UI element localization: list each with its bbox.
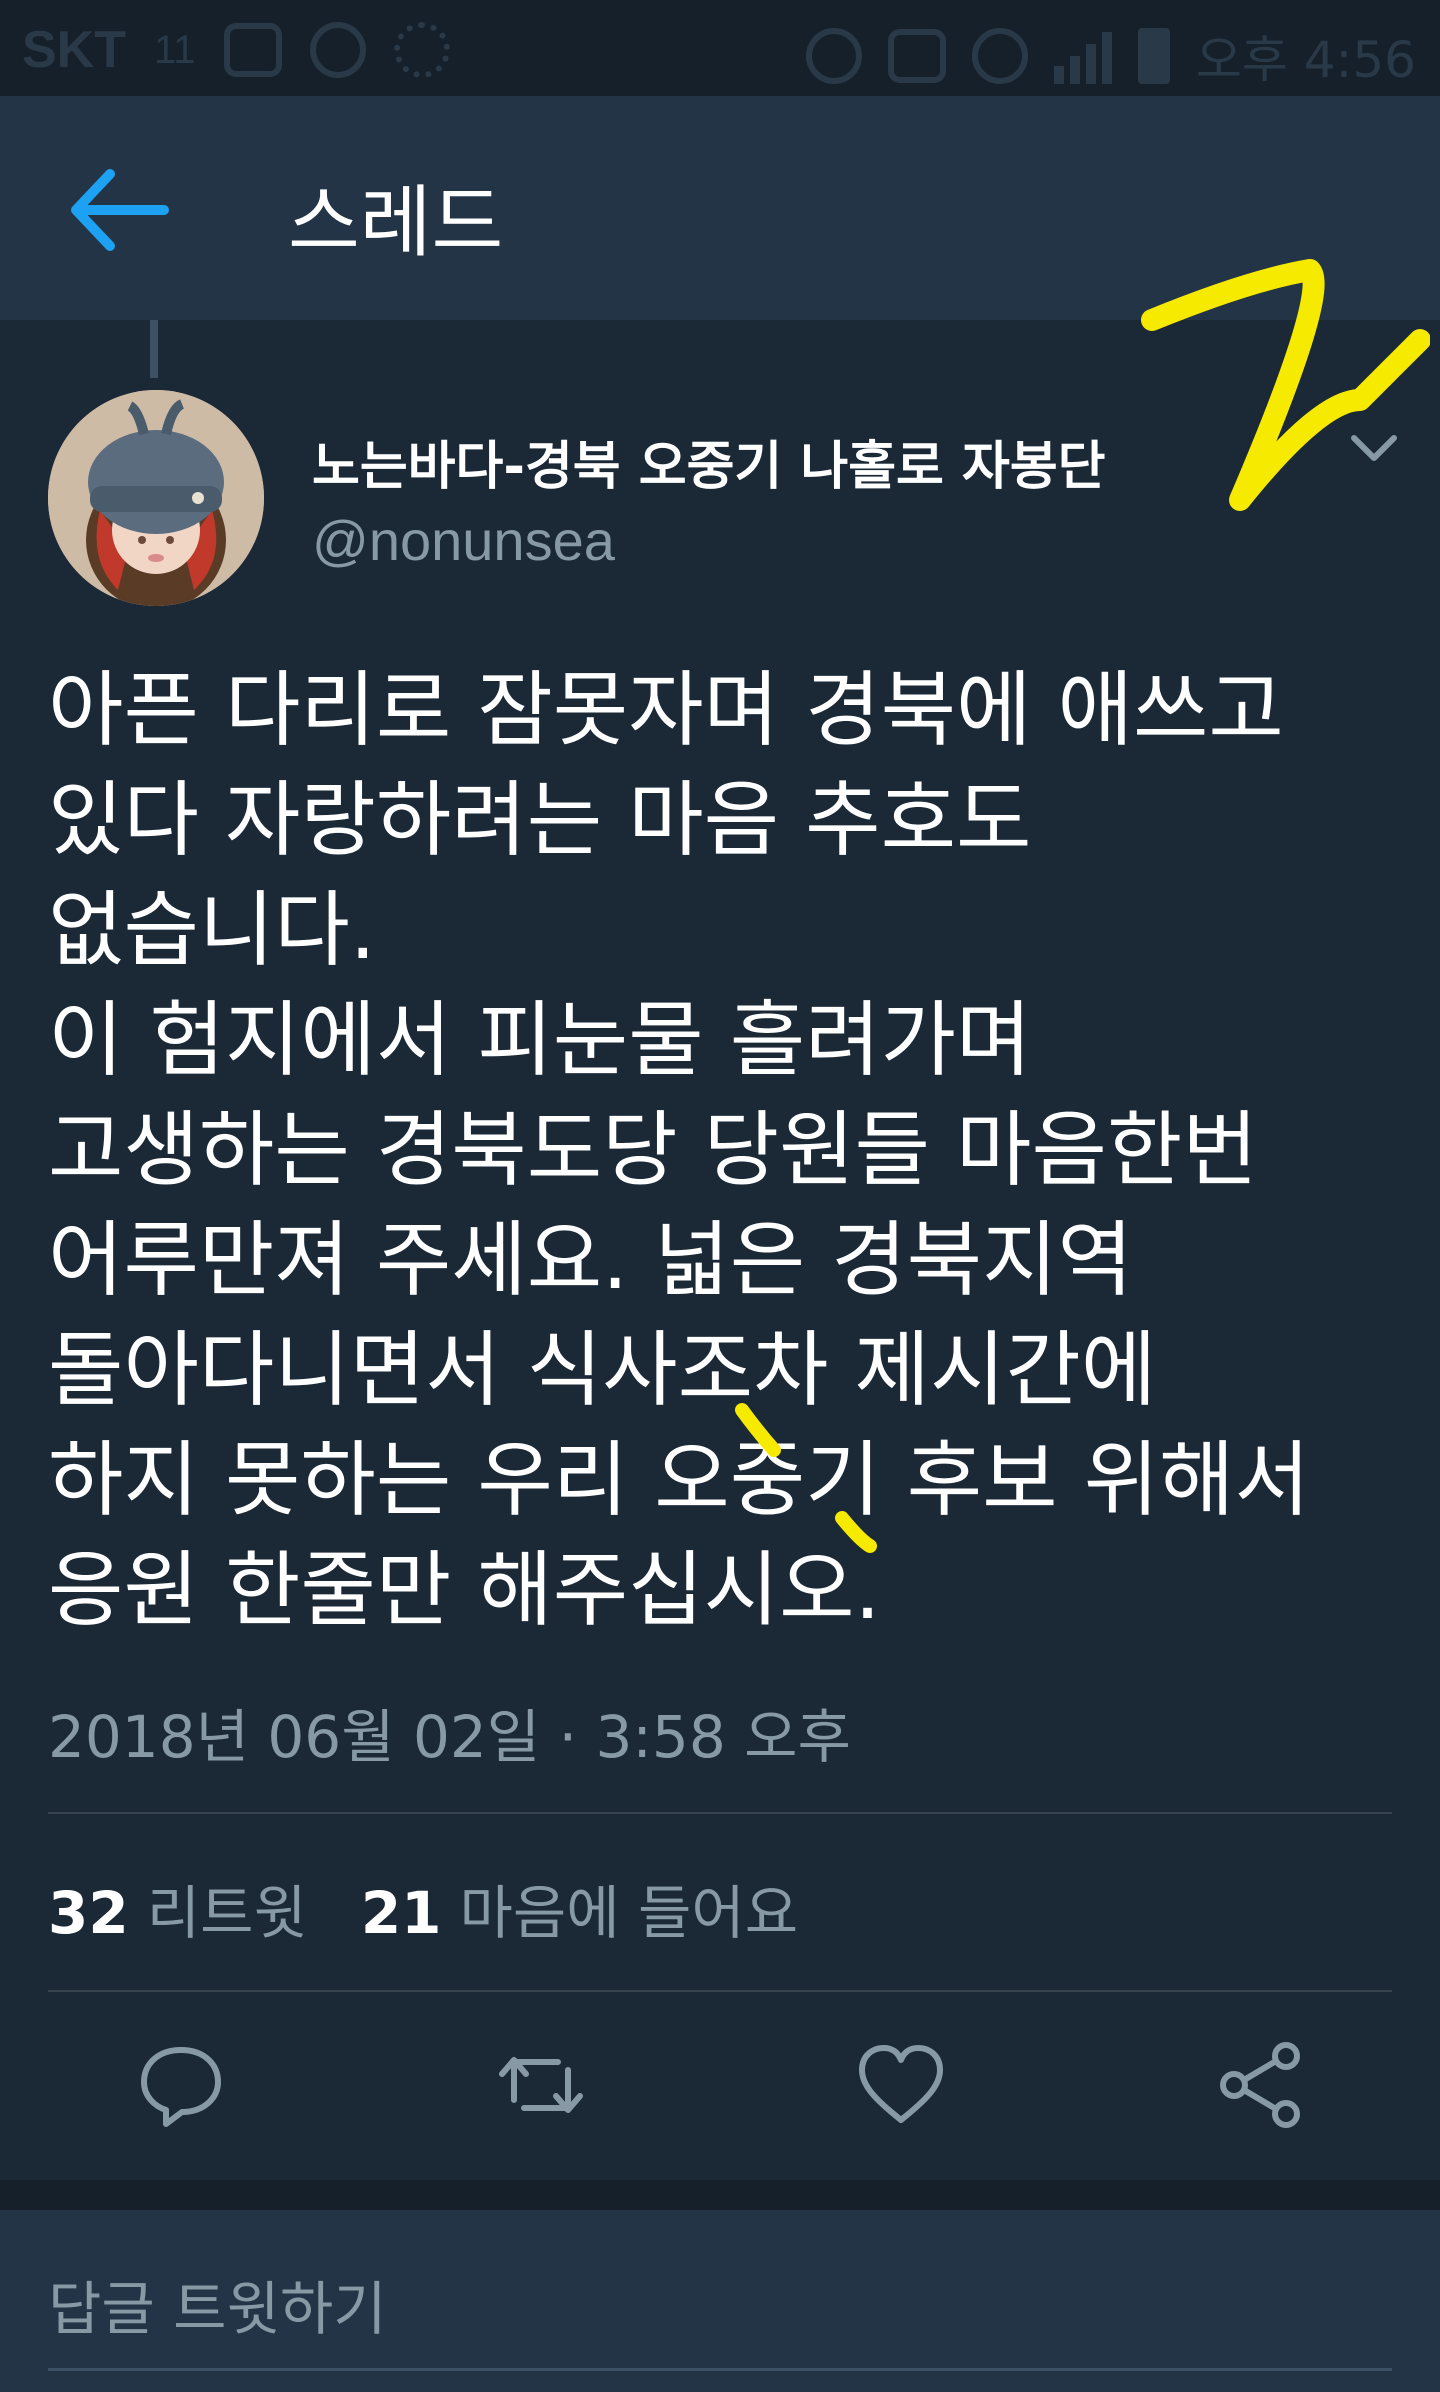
n-app-icon bbox=[887, 29, 946, 83]
reply-input-underline bbox=[48, 2368, 1392, 2371]
brightness-icon bbox=[393, 22, 450, 78]
share-button[interactable] bbox=[1216, 2040, 1306, 2130]
retweet-button[interactable] bbox=[496, 2040, 586, 2130]
tweet-text-line: 아픈 다리로 잠못자며 경북에 애쓰고 bbox=[48, 663, 1284, 758]
top-app-bar: 스레드 bbox=[0, 96, 1440, 320]
like-count: 21 bbox=[360, 1879, 442, 1947]
tweet-text-line: 없습니다. bbox=[48, 883, 376, 978]
like-button[interactable] bbox=[856, 2040, 946, 2130]
reply-button[interactable] bbox=[136, 2040, 226, 2130]
display-name[interactable]: 노는바다-경북 오중기 나홀로 자봉단 bbox=[312, 424, 1106, 499]
back-button[interactable] bbox=[70, 168, 170, 252]
tweet-text-line: 고생하는 경북도당 당원들 마음한번 bbox=[48, 1103, 1258, 1198]
avatar[interactable] bbox=[48, 390, 264, 606]
retweet-label: 리트윗 bbox=[146, 1879, 307, 1947]
signal-icon bbox=[1053, 28, 1112, 84]
clock-label: 오후 4:56 bbox=[1195, 31, 1416, 89]
tweet-timestamp: 2018년 06월 02일 · 3:58 오후 bbox=[48, 1703, 851, 1771]
chevron-down-icon bbox=[1351, 435, 1397, 461]
page-title: 스레드 bbox=[288, 178, 504, 268]
share-icon bbox=[1220, 2042, 1300, 2128]
status-bar: SKT 11 오후 4:56 bbox=[0, 0, 1440, 96]
tweet-text-line: 이 험지에서 피눈물 흘려가며 bbox=[48, 993, 1032, 1088]
reply-icon bbox=[141, 2047, 221, 2127]
network-label: 11 bbox=[154, 27, 196, 72]
reply-input[interactable]: 답글 트윗하기 bbox=[48, 2262, 387, 2346]
avatar-image bbox=[48, 390, 264, 606]
arrow-left-icon bbox=[71, 169, 169, 251]
retweet-count: 32 bbox=[48, 1879, 129, 1947]
annotation-mark bbox=[735, 1403, 781, 1457]
retweet-icon bbox=[499, 2057, 583, 2113]
tweet-text-line: 어루만져 주세요. 넓은 경북지역 bbox=[48, 1213, 1133, 1308]
b-app-icon bbox=[309, 22, 366, 78]
thread-connector bbox=[150, 320, 158, 378]
divider bbox=[48, 1990, 1392, 1992]
settings-icon bbox=[805, 28, 862, 84]
annotation-mark bbox=[835, 1511, 877, 1553]
section-separator bbox=[0, 2180, 1440, 2210]
heart-icon bbox=[859, 2045, 943, 2123]
reply-composer: 답글 트윗하기 bbox=[0, 2210, 1440, 2392]
divider bbox=[48, 1812, 1392, 1814]
tweet-text: 아픈 다리로 잠못자며 경북에 애쓰고 있다 자랑하려는 마음 추호도 없습니다… bbox=[48, 656, 1408, 1646]
tweet-text-line: 있다 자랑하려는 마음 추호도 bbox=[48, 773, 1032, 868]
retweet-stat[interactable]: 32 리트윗 bbox=[48, 1866, 307, 1950]
like-label: 마음에 들어요 bbox=[459, 1879, 799, 1947]
battery-icon bbox=[1137, 28, 1170, 84]
action-bar bbox=[0, 2040, 1440, 2130]
youtube-icon bbox=[223, 23, 282, 77]
more-options-button[interactable] bbox=[1346, 424, 1402, 472]
tweet-stats: 32 리트윗 21 마음에 들어요 bbox=[48, 1866, 798, 1950]
carrier-label: SKT bbox=[22, 21, 126, 79]
alarm-icon bbox=[971, 28, 1028, 84]
tweet-text-line: 응원 한줄만 해주십시오. bbox=[48, 1543, 881, 1638]
like-stat[interactable]: 21 마음에 들어요 bbox=[361, 1866, 798, 1950]
user-handle[interactable]: @nonunsea bbox=[312, 508, 615, 573]
